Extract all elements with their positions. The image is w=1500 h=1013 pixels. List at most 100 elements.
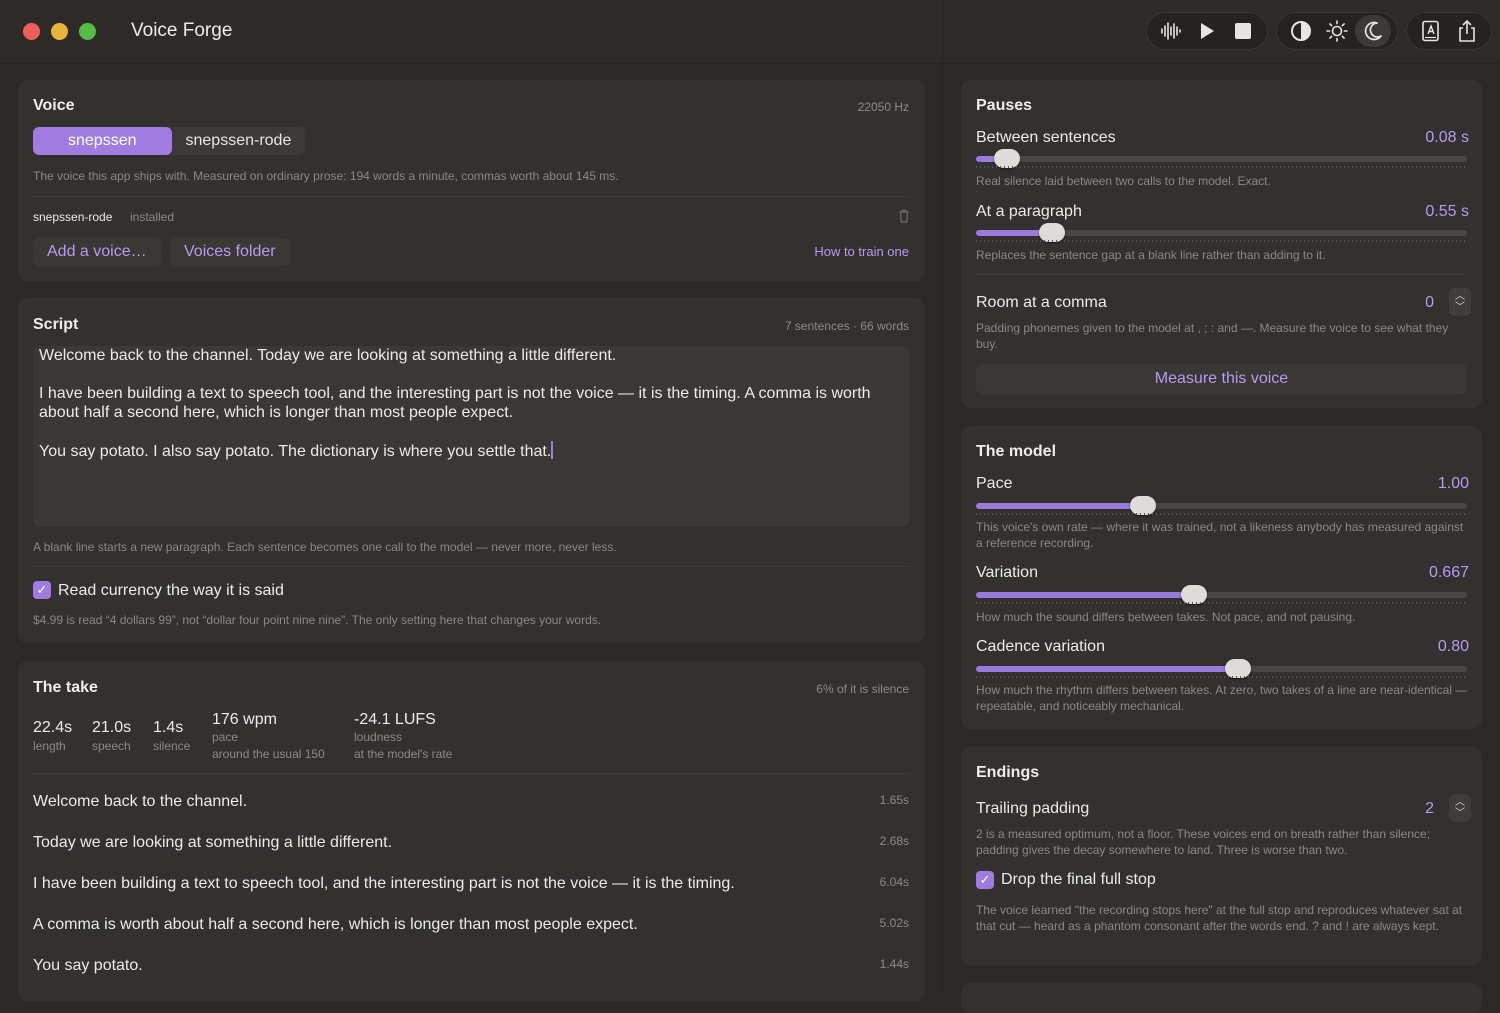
chevron-down-icon[interactable]: ﹀	[1455, 808, 1465, 819]
stat-loudness-note: at the model's rate	[354, 747, 453, 761]
voice-description: The voice this app ships with. Measured …	[33, 169, 619, 183]
sentence-duration: 2.68s	[879, 834, 909, 848]
currency-help: $4.99 is read “4 dollars 99”, not “dolla…	[33, 613, 602, 627]
slider-ticks	[976, 513, 1467, 515]
pace-help: This voice's own rate — where it was tra…	[976, 520, 1464, 550]
dictionary-icon[interactable]	[1413, 15, 1449, 47]
between-sentences-slider[interactable]	[976, 149, 1467, 168]
between-sentences-help: Real silence laid between two calls to t…	[976, 174, 1271, 188]
waveform-icon[interactable]	[1153, 15, 1189, 47]
variation-help: How much the sound differs between takes…	[976, 610, 1356, 624]
sentence-text[interactable]: A comma is worth about half a second her…	[33, 916, 638, 934]
pace-value: 1.00	[1437, 475, 1469, 492]
take-card: The take 6% of it is silence 22.4s lengt…	[18, 661, 925, 1001]
comma-room-stepper[interactable]: ︿ ﹀	[1449, 288, 1471, 316]
stat-speech-value: 21.0s	[92, 719, 132, 736]
sentence-duration: 1.65s	[879, 793, 909, 807]
currency-label[interactable]: Read currency the way it is said	[58, 582, 284, 600]
stat-silence-value: 1.4s	[153, 719, 184, 736]
sentence-duration: 5.02s	[879, 916, 909, 930]
add-voice-button[interactable]: Add a voice…	[33, 238, 161, 266]
stat-pace-note: around the usual 150	[212, 747, 325, 761]
train-voice-link[interactable]: How to train one	[814, 244, 909, 259]
trailing-padding-label: Trailing padding	[976, 800, 1090, 817]
sentence-text[interactable]: I have been building a text to speech to…	[33, 875, 735, 893]
trailing-padding-value: 2	[1425, 800, 1434, 817]
installed-voice-name: snepssen-rode	[33, 210, 113, 224]
minimize-window-button[interactable]	[51, 23, 68, 40]
sample-rate: 22050 Hz	[857, 100, 909, 114]
take-title: The take	[33, 679, 98, 696]
contrast-icon[interactable]	[1283, 15, 1319, 47]
voice-selector: snepssen snepssen-rode	[33, 127, 306, 155]
text-caret	[551, 441, 554, 459]
cadence-value: 0.80	[1437, 638, 1469, 655]
chevron-up-icon[interactable]: ︿	[1455, 797, 1465, 808]
sun-icon[interactable]	[1319, 15, 1355, 47]
script-editor[interactable]: Welcome back to the channel. Today we ar…	[33, 346, 910, 527]
paragraph-pause-value: 0.55 s	[1425, 203, 1469, 220]
script-paragraph: You say potato. I also say potato. The d…	[39, 443, 552, 460]
measure-voice-button[interactable]: Measure this voice	[976, 364, 1467, 394]
trailing-padding-stepper[interactable]: ︿ ﹀	[1449, 794, 1471, 822]
cadence-label: Cadence variation	[976, 638, 1105, 655]
voice-option-snepssen[interactable]: snepssen	[33, 127, 172, 155]
slider-ticks	[976, 602, 1467, 604]
variation-slider[interactable]	[976, 585, 1467, 604]
script-card: Script 7 sentences · 66 words Welcome ba…	[18, 298, 925, 643]
script-title: Script	[33, 316, 79, 333]
divider	[976, 274, 1467, 275]
pane-divider[interactable]	[942, 0, 943, 992]
currency-checkbox[interactable]: ✓	[33, 581, 51, 599]
next-card	[961, 983, 1482, 1013]
model-card: The model Pace 1.00 This voice's own rat…	[961, 426, 1482, 729]
trash-icon[interactable]	[898, 209, 910, 228]
voices-folder-button[interactable]: Voices folder	[170, 238, 290, 266]
variation-value: 0.667	[1428, 564, 1469, 581]
voice-option-snepssen-rode[interactable]: snepssen-rode	[172, 127, 306, 155]
comma-room-label: Room at a comma	[976, 294, 1107, 311]
installed-status: installed	[130, 210, 175, 224]
between-sentences-value: 0.08 s	[1425, 129, 1469, 146]
chevron-up-icon[interactable]: ︿	[1455, 291, 1465, 302]
window-title: Voice Forge	[131, 20, 233, 41]
playback-group	[1146, 12, 1268, 50]
document-group	[1406, 12, 1492, 50]
endings-card: Endings Trailing padding 2 ︿ ﹀ 2 is a mea…	[961, 747, 1482, 965]
paragraph-pause-label: At a paragraph	[976, 203, 1082, 220]
stat-silence-label: silence	[153, 739, 191, 753]
stat-loudness-value: -24.1 LUFS	[354, 711, 436, 728]
cadence-slider[interactable]	[976, 659, 1467, 678]
script-help: A blank line starts a new paragraph. Eac…	[33, 540, 617, 554]
variation-label: Variation	[976, 564, 1038, 581]
title-bar: Voice Forge	[0, 0, 1500, 64]
drop-full-stop-checkbox[interactable]: ✓	[976, 871, 994, 889]
slider-fill	[976, 503, 1143, 509]
sentence-text[interactable]: Welcome back to the channel.	[33, 793, 247, 811]
stat-pace-label: pace	[212, 730, 239, 744]
close-window-button[interactable]	[23, 23, 40, 40]
comma-room-value: 0	[1425, 294, 1434, 311]
share-icon[interactable]	[1449, 15, 1485, 47]
sentence-text[interactable]: You say potato.	[33, 957, 143, 975]
pauses-title: Pauses	[976, 97, 1033, 114]
paragraph-pause-slider[interactable]	[976, 223, 1467, 242]
pace-label: Pace	[976, 475, 1013, 492]
silence-note: 6% of it is silence	[816, 682, 909, 696]
stop-icon[interactable]	[1225, 15, 1261, 47]
zoom-window-button[interactable]	[79, 23, 96, 40]
pace-slider[interactable]	[976, 496, 1467, 515]
voice-card: Voice 22050 Hz snepssen snepssen-rode Th…	[18, 80, 925, 281]
chevron-down-icon[interactable]: ﹀	[1455, 302, 1465, 313]
cadence-help: How much the rhythm differs between take…	[976, 683, 1468, 713]
moon-icon[interactable]	[1355, 15, 1391, 47]
play-icon[interactable]	[1189, 15, 1225, 47]
sentence-text[interactable]: Today we are looking at something a litt…	[33, 834, 392, 852]
divider	[33, 773, 910, 774]
drop-full-stop-label[interactable]: Drop the final full stop	[1001, 871, 1156, 889]
pauses-card: Pauses Between sentences 0.08 s Real sil…	[961, 80, 1482, 408]
drop-full-stop-help: The voice learned "the recording stops h…	[976, 903, 1463, 933]
slider-fill	[976, 666, 1238, 672]
stat-pace-value: 176 wpm	[212, 711, 277, 728]
slider-fill	[976, 592, 1194, 598]
